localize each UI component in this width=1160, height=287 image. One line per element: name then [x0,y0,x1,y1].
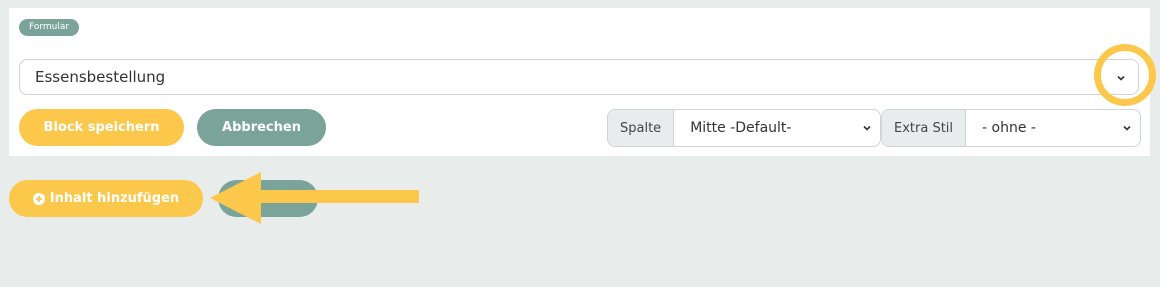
highlight-ring [1094,44,1156,106]
chevron-down-icon[interactable] [860,121,874,135]
cancel-button[interactable]: Abbrechen [197,109,326,146]
extra-style-select-value: - ohne - [982,120,1036,136]
column-select[interactable]: Mitte -Default- [674,110,880,146]
block-type-badge: Formular [19,19,80,36]
column-label: Spalte [608,110,675,146]
chevron-down-icon[interactable] [1120,121,1134,135]
form-select[interactable]: Essensbestellung [19,59,1139,95]
form-select-value: Essensbestellung [35,68,166,86]
save-block-button[interactable]: Block speichern [19,109,184,146]
plus-circle-icon [32,192,45,205]
add-content-label: Inhalt hinzufügen [49,191,180,206]
column-select-value: Mitte -Default- [690,120,792,136]
arrow-left-icon [210,172,419,224]
add-content-button[interactable]: Inhalt hinzufügen [9,180,203,217]
extra-style-select[interactable]: - ohne - [966,110,1140,146]
column-select-group[interactable]: Spalte Mitte -Default- [607,109,881,147]
extra-style-label: Extra Stil [882,110,967,146]
extra-style-select-group[interactable]: Extra Stil - ohne - [881,109,1141,147]
block-editor-panel: Formular Essensbestellung Block speicher… [9,8,1150,156]
